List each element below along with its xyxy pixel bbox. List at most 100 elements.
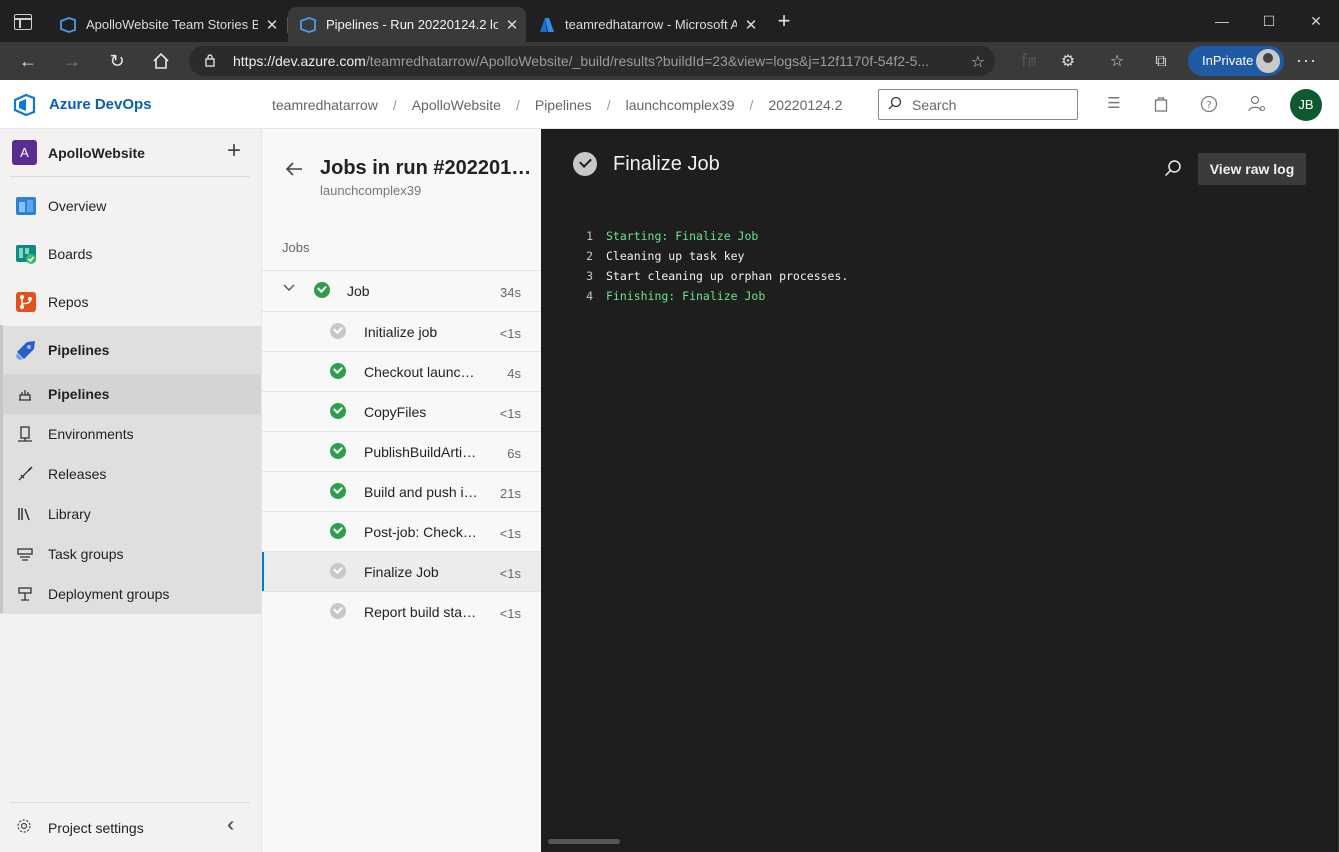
avatar[interactable]: JB [1290,89,1322,121]
view-raw-log-button[interactable]: View raw log [1198,153,1306,185]
browser-tab-azure[interactable]: teamredhatarrow - Microsoft Azure ✕ [527,7,765,42]
refresh-icon[interactable]: ↻ [103,48,131,74]
step-row[interactable]: PublishBuildArtifacts 6s [262,431,542,471]
line-text: Cleaning up task key [606,249,745,263]
step-duration: <1s [499,326,521,341]
azure-devops-logo-icon[interactable] [14,94,36,116]
product-name[interactable]: Azure DevOps [49,96,152,113]
browser-tab-pipelines[interactable]: Pipelines - Run 20220124.2 logs ✕ [288,7,526,42]
favorites-icon[interactable]: ☆ [1105,50,1129,74]
address-bar[interactable]: https://dev.azure.com/teamredhatarrow/Ap… [189,46,995,76]
step-label: Post-job: Checkout [364,524,479,540]
step-row[interactable]: Build and push image 21s [262,471,542,511]
breadcrumb-run[interactable]: 20220124.2 [768,97,842,113]
search-icon [888,96,902,110]
horizontal-scrollbar[interactable] [548,839,620,844]
close-tab-icon[interactable]: ✕ [498,16,526,34]
new-tab-icon[interactable]: + [772,10,796,34]
line-number: 2 [586,249,593,263]
chevron-down-icon[interactable] [282,281,296,295]
step-row[interactable]: Post-job: Checkout <1s [262,511,542,551]
project-settings-button[interactable]: Project settings ‹‹ [0,809,261,845]
step-label: Finalize Job [364,564,439,580]
sidebar-item-repos[interactable]: Repos [0,278,261,326]
log-line: 1 Starting: Finalize Job [541,226,1339,246]
user-settings-icon[interactable] [1247,94,1267,114]
line-number: 4 [586,289,593,303]
maximize-icon[interactable]: ☐ [1246,8,1292,34]
jobs-subtitle: launchcomplex39 [320,183,422,198]
sidebar-subitem-environments[interactable]: Environments [0,414,261,454]
more-menu-icon[interactable]: ··· [1296,50,1317,71]
sidebar-subitem-task-groups[interactable]: Task groups [0,534,261,574]
forward-icon[interactable]: → [58,48,86,74]
breadcrumb-project[interactable]: ApolloWebsite [412,97,501,113]
browser-toolbar: ← → ↻ https://dev.azure.com/teamredhatar… [0,42,1339,80]
deployment-groups-icon [18,587,32,601]
success-icon [330,523,346,539]
breadcrumb-pipeline[interactable]: launchcomplex39 [626,97,735,113]
releases-icon [18,466,33,481]
marketplace-icon[interactable] [1151,94,1171,114]
collapse-sidebar-icon[interactable]: ‹‹ [227,814,236,837]
step-duration: <1s [499,606,521,621]
breadcrumb-separator: / [606,97,611,113]
step-label: CopyFiles [364,404,427,420]
pipelines-sub-icon [19,390,31,401]
log-line: 4 Finishing: Finalize Job [541,286,1339,306]
line-number: 3 [586,269,593,283]
sidebar-subitem-deployment-groups[interactable]: Deployment groups [0,574,261,614]
breadcrumb-pipelines[interactable]: Pipelines [535,97,592,113]
close-tab-icon[interactable]: ✕ [737,16,765,34]
breadcrumb: teamredhatarrow / ApolloWebsite / Pipeli… [272,97,842,113]
job-row[interactable]: Job 34s [262,270,542,310]
project-settings-label: Project settings [48,820,144,836]
library-icon [18,508,30,521]
settings-list-icon[interactable]: ☰ [1104,94,1124,114]
overview-icon [16,197,36,215]
browser-tab-boards[interactable]: ApolloWebsite Team Stories Board ✕ [48,7,286,42]
sidebar-subitem-pipelines[interactable]: Pipelines [0,374,261,414]
back-arrow-icon[interactable] [284,159,304,179]
step-row-selected[interactable]: Finalize Job <1s [262,551,542,592]
minimize-icon[interactable]: — [1199,8,1245,34]
success-icon [330,403,346,419]
back-icon[interactable]: ← [14,48,42,74]
close-window-icon[interactable]: ✕ [1293,8,1339,34]
add-favorite-icon[interactable]: ☆ [971,52,985,72]
breadcrumb-separator: / [515,97,520,113]
project-selector[interactable]: A ApolloWebsite + [0,129,261,177]
read-aloud-icon[interactable]: ㎙ [1016,50,1040,74]
help-icon[interactable]: ? [1199,94,1219,114]
sidebar-subitem-releases[interactable]: Releases [0,454,261,494]
sidebar-subitem-library[interactable]: Library [0,494,261,534]
home-icon[interactable] [147,48,175,74]
sidebar-item-overview[interactable]: Overview [0,182,261,230]
search-input[interactable]: Search [878,89,1078,120]
ado-header: Azure DevOps teamredhatarrow / ApolloWeb… [0,80,1339,129]
repos-icon [16,292,36,312]
step-label: Checkout launchcomplex39 [364,364,479,380]
log-panel: Finalize Job View raw log 1 Starting: Fi… [541,129,1339,852]
step-row[interactable]: Checkout launchcomplex39 4s [262,351,542,391]
sidebar-item-boards[interactable]: Boards [0,230,261,278]
inprivate-label: InPrivate [1202,53,1254,68]
breadcrumb-organization[interactable]: teamredhatarrow [272,97,378,113]
tab-actions-icon[interactable] [14,14,32,30]
jobs-title: Jobs in run #20220124.2 [320,157,535,179]
sidebar-item-pipelines[interactable]: Pipelines [0,326,261,374]
step-row[interactable]: Report build status <1s [262,591,542,631]
search-icon[interactable] [1164,159,1182,177]
inprivate-button[interactable]: InPrivate [1188,46,1284,76]
extensions-icon[interactable]: ⚙ [1056,50,1080,74]
divider [10,802,250,803]
pipelines-icon [16,341,35,360]
step-row[interactable]: CopyFiles <1s [262,391,542,431]
sidebar-item-label: Pipelines [48,342,110,358]
line-text: Starting: Finalize Job [606,229,759,243]
collections-icon[interactable]: ⧉ [1149,50,1173,74]
step-row[interactable]: Initialize job <1s [262,311,542,351]
step-label: Report build status [364,604,479,620]
add-icon[interactable]: + [227,139,241,163]
close-tab-icon[interactable]: ✕ [258,16,286,34]
